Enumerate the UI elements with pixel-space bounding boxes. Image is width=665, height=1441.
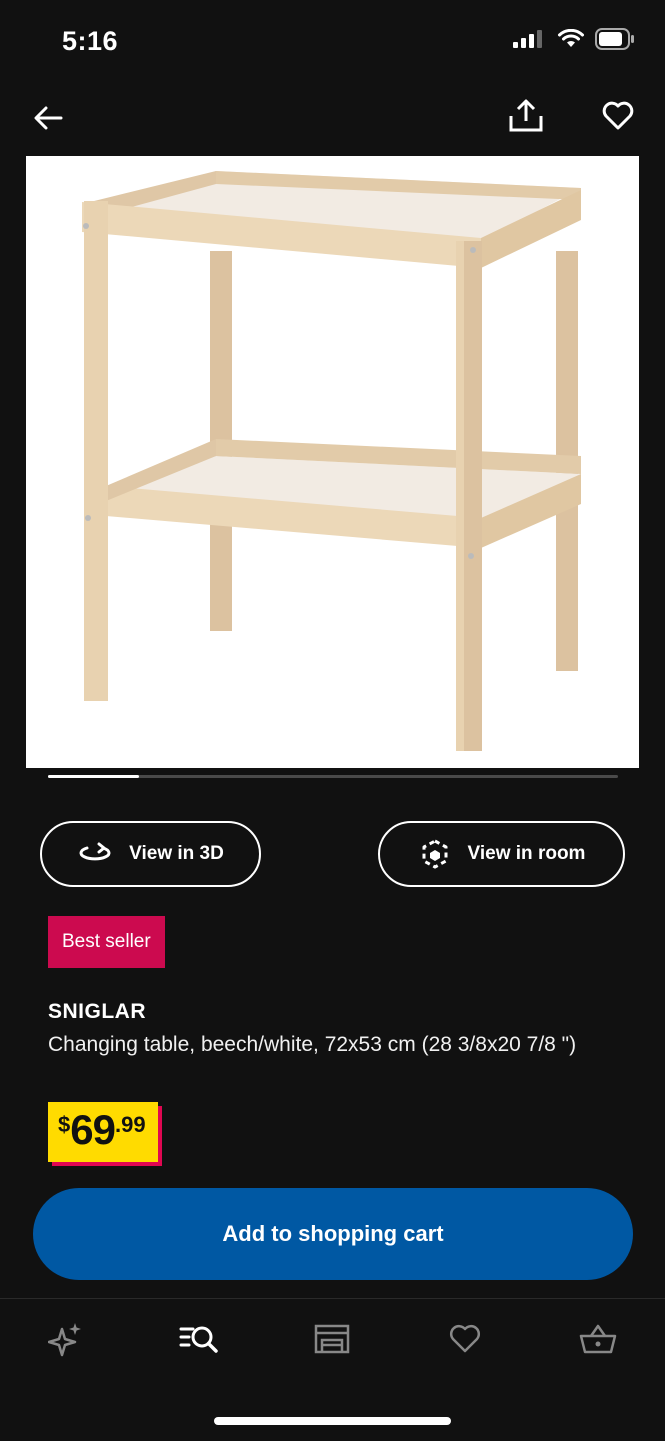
tab-cart[interactable] <box>568 1319 628 1359</box>
tab-search[interactable] <box>169 1319 229 1359</box>
status-bar: 5:16 <box>0 0 665 84</box>
add-to-cart-button[interactable]: Add to shopping cart <box>33 1188 633 1280</box>
product-name: SNIGLAR <box>48 1000 146 1023</box>
arrow-left-icon <box>34 106 63 130</box>
top-nav <box>0 92 665 144</box>
price-tag: $ 69 .99 <box>48 1102 158 1162</box>
best-seller-badge: Best seller <box>48 916 165 968</box>
share-button[interactable] <box>504 94 548 138</box>
ar-cube-icon <box>422 839 448 869</box>
tab-discover[interactable] <box>36 1319 96 1359</box>
status-time: 5:16 <box>62 26 119 56</box>
search-list-icon <box>179 1326 218 1353</box>
tab-stores[interactable] <box>302 1319 362 1359</box>
back-button[interactable] <box>28 96 68 140</box>
heart-icon <box>449 1324 481 1353</box>
changing-table-illustration <box>82 171 581 751</box>
share-icon <box>509 99 543 132</box>
product-image[interactable] <box>26 156 639 768</box>
price-decimal: .99 <box>114 1112 146 1137</box>
price-integer: 69 <box>70 1106 116 1153</box>
price-currency: $ <box>58 1112 71 1137</box>
view-in-3d-label: View in 3D <box>129 843 224 864</box>
cellular-signal-icon <box>513 30 542 48</box>
tab-favorites[interactable] <box>435 1319 495 1359</box>
view-in-room-label: View in room <box>467 843 586 864</box>
view-in-room-button[interactable]: View in room <box>378 821 625 887</box>
battery-icon <box>595 28 634 50</box>
product-description: Changing table, beech/white, 72x53 cm (2… <box>48 1033 577 1056</box>
view-in-3d-button[interactable]: View in 3D <box>40 821 261 887</box>
basket-icon <box>579 1324 617 1354</box>
carousel-progress-fill <box>48 775 140 778</box>
sparkle-icon <box>48 1323 81 1357</box>
home-indicator <box>214 1417 451 1425</box>
status-icons <box>513 28 635 50</box>
favorite-button[interactable] <box>596 94 640 138</box>
image-carousel-progress <box>48 775 618 778</box>
rotate-3d-icon <box>79 842 111 861</box>
heart-icon <box>602 101 634 130</box>
wifi-icon <box>558 29 584 47</box>
store-icon <box>314 1324 350 1354</box>
